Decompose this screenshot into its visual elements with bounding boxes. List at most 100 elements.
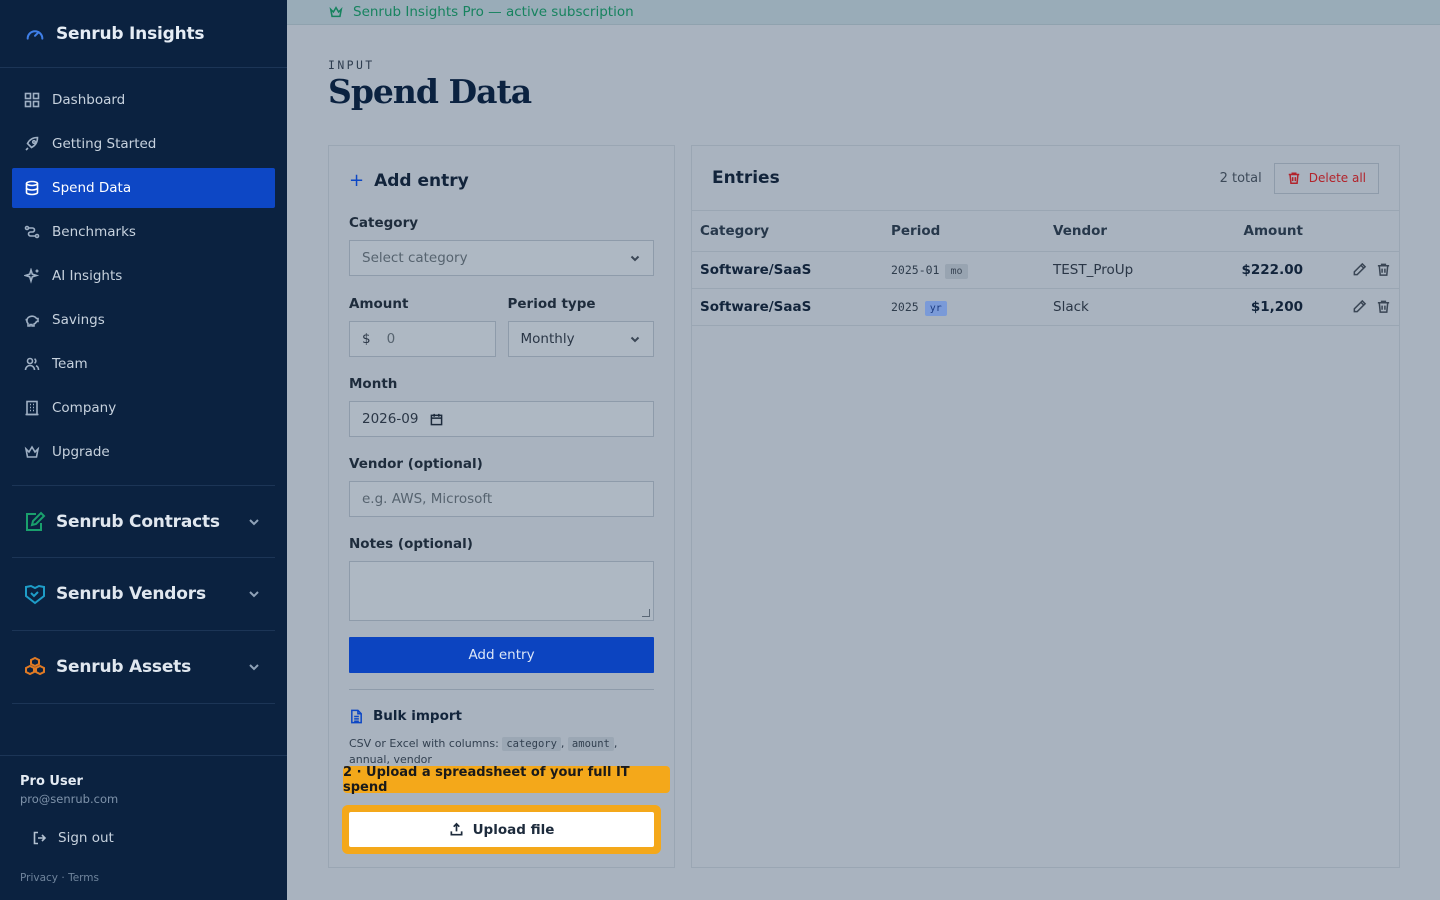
table-row[interactable]: Software/SaaS 2025-01 mo TEST_ProUp $222.… bbox=[692, 251, 1399, 289]
amount-input[interactable]: $ 0 bbox=[349, 321, 496, 357]
bulk-import-title: Bulk import bbox=[373, 708, 462, 724]
amount-label: Amount bbox=[349, 296, 409, 312]
edit-pencil-icon[interactable] bbox=[1352, 299, 1367, 314]
nav-item-benchmarks[interactable]: Benchmarks bbox=[12, 212, 275, 252]
period-tag: yr bbox=[924, 300, 947, 316]
amount-placeholder: 0 bbox=[386, 331, 396, 347]
spreadsheet-file-icon bbox=[351, 709, 362, 723]
chevron-down-icon bbox=[249, 664, 259, 671]
upload-icon bbox=[450, 822, 463, 836]
edit-pencil-icon[interactable] bbox=[1352, 262, 1367, 277]
nav-item-spend-data[interactable]: Spend Data bbox=[12, 168, 275, 208]
month-label: Month bbox=[349, 376, 398, 392]
nav-item-team[interactable]: Team bbox=[12, 344, 275, 384]
amount-group: Amount $ 0 bbox=[349, 296, 496, 357]
nav-label: Getting Started bbox=[52, 136, 157, 152]
grid-icon bbox=[24, 92, 40, 108]
table-row[interactable]: Software/SaaS 2025 yr Slack $1,200 bbox=[692, 288, 1399, 326]
nav-label: Upgrade bbox=[52, 444, 110, 460]
product-senrub-contracts[interactable]: Senrub Contracts bbox=[12, 485, 275, 558]
sign-out-button[interactable]: Sign out bbox=[32, 830, 267, 846]
subscription-banner: Senrub Insights Pro — active subscriptio… bbox=[287, 0, 1440, 25]
nav-label: AI Insights bbox=[52, 268, 123, 284]
nav-item-dashboard[interactable]: Dashboard bbox=[12, 80, 275, 120]
category-select[interactable]: Select category bbox=[349, 240, 654, 276]
rocket-icon bbox=[25, 136, 39, 151]
month-group: Month 2026-09 bbox=[349, 376, 654, 437]
column-header-period[interactable]: Period bbox=[883, 211, 1045, 252]
column-header-category[interactable]: Category bbox=[692, 211, 883, 252]
cell-period: 2025 yr bbox=[883, 288, 1045, 326]
delete-all-button[interactable]: Delete all bbox=[1273, 162, 1379, 194]
nav-label: Benchmarks bbox=[52, 224, 136, 240]
entries-count: 2 total bbox=[1219, 170, 1262, 186]
onboarding-tooltip: 2 · Upload a spreadsheet of your full IT… bbox=[343, 765, 670, 795]
users-icon bbox=[24, 357, 40, 371]
page-title: Spend Data bbox=[328, 72, 532, 111]
entries-card: Entries 2 total Delete all Category Peri… bbox=[691, 145, 1400, 868]
notes-textarea[interactable] bbox=[349, 561, 654, 621]
cell-actions bbox=[1311, 251, 1399, 289]
cell-amount: $222.00 bbox=[1175, 251, 1311, 289]
product-name: Senrub Vendors bbox=[56, 584, 206, 604]
add-entry-button[interactable]: Add entry bbox=[349, 637, 654, 673]
crown-icon bbox=[24, 445, 40, 458]
period-type-label: Period type bbox=[507, 296, 596, 312]
column-code: amount bbox=[567, 737, 614, 751]
privacy-link[interactable]: Privacy bbox=[20, 872, 58, 884]
period-type-select[interactable]: Monthly bbox=[507, 321, 654, 357]
column-header-actions bbox=[1311, 211, 1399, 252]
category-label: Category bbox=[349, 215, 419, 231]
contract-icon bbox=[26, 511, 46, 531]
sidebar: Senrub Insights Dashboard Getting Starte… bbox=[0, 0, 287, 900]
period-group: Period type Monthly bbox=[507, 296, 654, 357]
product-name: Senrub Assets bbox=[56, 657, 192, 677]
nav-item-getting-started[interactable]: Getting Started bbox=[12, 124, 275, 164]
boxes-icon bbox=[25, 656, 45, 676]
sign-out-label: Sign out bbox=[58, 830, 114, 846]
notes-group: Notes (optional) bbox=[349, 536, 654, 621]
trash-icon[interactable] bbox=[1376, 299, 1391, 314]
chart-icon bbox=[24, 225, 40, 239]
sign-out-icon bbox=[33, 831, 47, 845]
bulk-desc-text: CSV or Excel with columns: bbox=[349, 737, 499, 750]
table-header-row: Category Period Vendor Amount bbox=[692, 211, 1399, 252]
nav-label: Team bbox=[52, 356, 88, 372]
product-senrub-assets[interactable]: Senrub Assets bbox=[12, 631, 275, 704]
month-input[interactable]: 2026-09 bbox=[349, 401, 654, 437]
calendar-icon[interactable] bbox=[430, 413, 443, 426]
user-email: pro@senrub.com bbox=[20, 792, 119, 806]
vendor-input[interactable]: e.g. AWS, Microsoft bbox=[349, 481, 654, 517]
vendor-group: Vendor (optional) e.g. AWS, Microsoft bbox=[349, 456, 654, 517]
trash-icon[interactable] bbox=[1376, 262, 1391, 277]
entries-table: Category Period Vendor Amount Software/S… bbox=[692, 211, 1399, 326]
terms-link[interactable]: Terms bbox=[68, 872, 99, 884]
product-senrub-vendors[interactable]: Senrub Vendors bbox=[12, 558, 275, 631]
column-header-amount[interactable]: Amount bbox=[1175, 211, 1311, 252]
column-code: category bbox=[502, 737, 561, 751]
nav-item-ai-insights[interactable]: AI Insights bbox=[12, 256, 275, 296]
gauge-logo-icon bbox=[26, 29, 44, 40]
brand-name: Senrub Insights bbox=[56, 23, 205, 44]
period-tag: mo bbox=[945, 263, 968, 279]
divider bbox=[349, 689, 654, 690]
period-type-value: Monthly bbox=[520, 331, 575, 347]
cell-period: 2025-01 mo bbox=[883, 251, 1045, 289]
nav-label: Spend Data bbox=[52, 180, 132, 196]
product-name: Senrub Contracts bbox=[56, 511, 220, 532]
add-entry-title: Add entry bbox=[374, 170, 469, 191]
notes-label: Notes (optional) bbox=[349, 536, 473, 552]
add-entry-card: + Add entry Category Select category Amo… bbox=[328, 145, 675, 868]
cell-amount: $1,200 bbox=[1175, 288, 1311, 326]
amount-period-row: Amount $ 0 Period type Monthly bbox=[349, 296, 654, 357]
upload-file-button[interactable]: Upload file bbox=[349, 812, 654, 847]
nav-item-upgrade[interactable]: Upgrade bbox=[12, 432, 275, 472]
brand[interactable]: Senrub Insights bbox=[0, 0, 287, 68]
nav-label: Savings bbox=[52, 312, 105, 328]
currency-prefix: $ bbox=[362, 331, 371, 347]
nav-item-savings[interactable]: Savings bbox=[12, 300, 275, 340]
upload-label: Upload file bbox=[472, 821, 555, 838]
building-icon bbox=[25, 400, 39, 416]
nav-item-company[interactable]: Company bbox=[12, 388, 275, 428]
column-header-vendor[interactable]: Vendor bbox=[1045, 211, 1175, 252]
